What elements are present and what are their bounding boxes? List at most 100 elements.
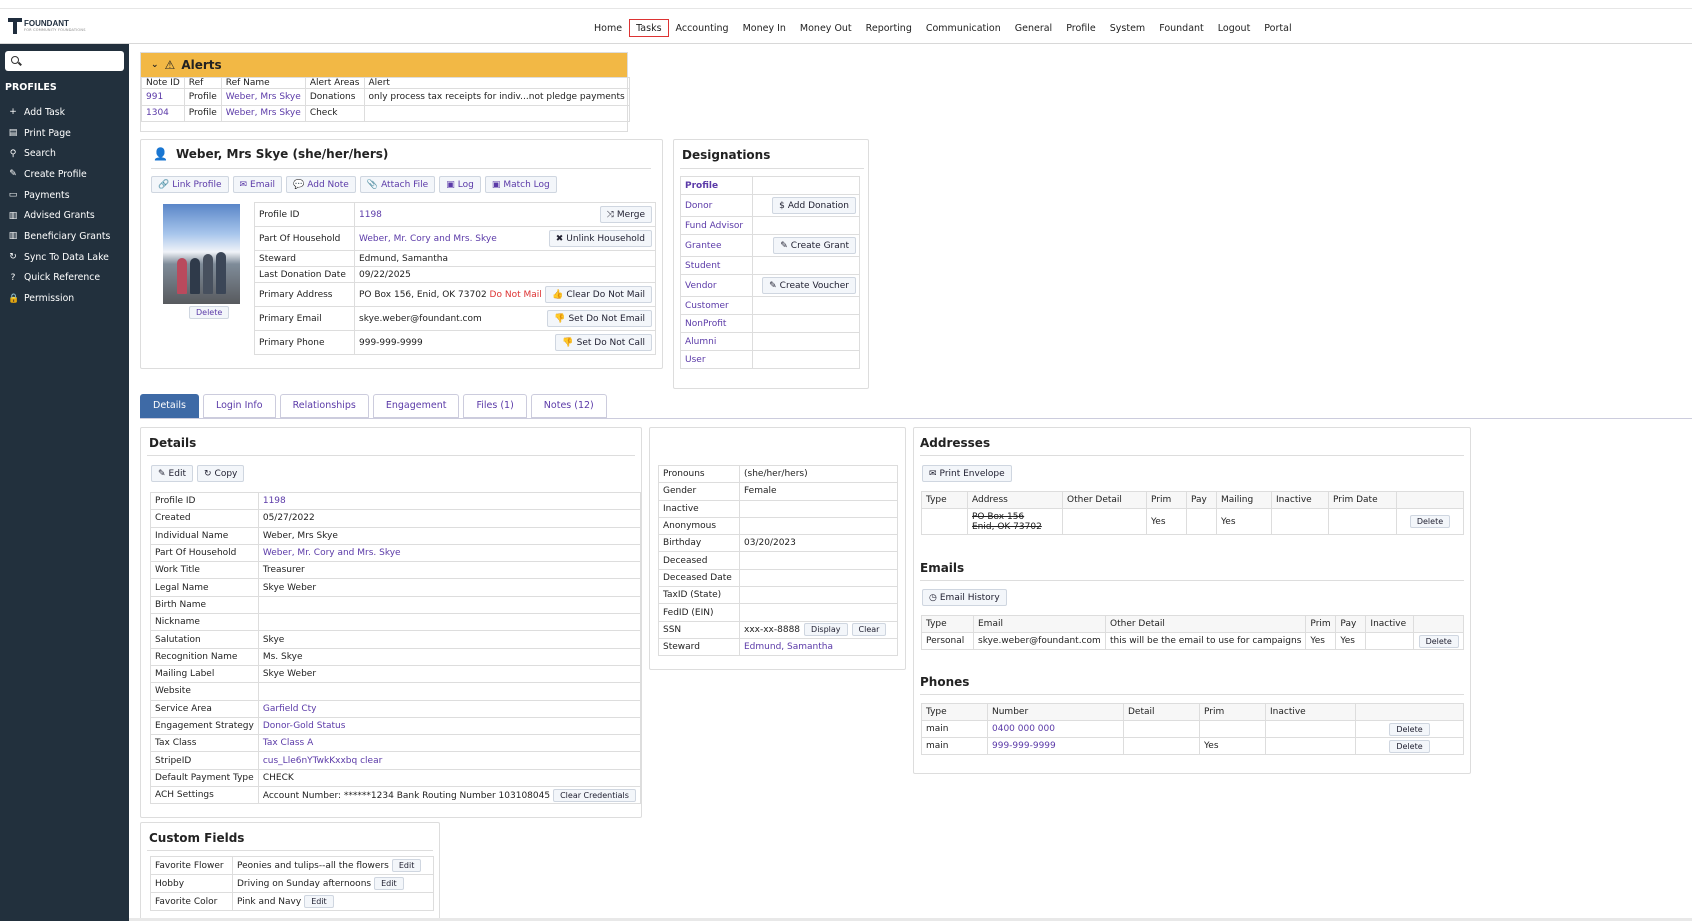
alerts-header[interactable]: ⌄ ⚠ Alerts — [141, 53, 627, 77]
nav-home[interactable]: Home — [587, 19, 629, 37]
sidebar-item-create-profile[interactable]: ✎ Create Profile — [0, 164, 129, 185]
field-value-text[interactable]: 1198 — [359, 210, 382, 220]
alerts-cell[interactable]: Weber, Mrs Skye — [220, 104, 306, 122]
delete-button[interactable]: Delete — [1409, 515, 1451, 528]
detail-value-text[interactable]: cus_Lle6nYTwkKxxbq clear — [263, 756, 382, 766]
detail-value[interactable]: 1198 — [257, 491, 641, 511]
chevron-down-icon[interactable]: ⌄ — [151, 60, 159, 70]
phones-cell[interactable]: 999-999-9999 — [987, 737, 1124, 755]
detail-value[interactable]: Donor-Gold Status — [257, 716, 641, 736]
ssn-display-button[interactable]: Display — [804, 623, 848, 637]
create-voucher-button[interactable]: ✎ Create Voucher — [762, 277, 856, 294]
nav-logout[interactable]: Logout — [1211, 19, 1258, 37]
add-donation-button[interactable]: $ Add Donation — [772, 197, 856, 214]
custom-field-value: Peonies and tulips--all the flowers Edit — [232, 856, 434, 875]
sidebar-item-sync-to-data-lake[interactable]: ↻ Sync To Data Lake — [0, 247, 129, 268]
designation-alumni[interactable]: Alumni — [680, 332, 753, 351]
detail-value-text[interactable]: Garfield Cty — [263, 704, 317, 714]
unlink-household-button[interactable]: ✖ Unlink Household — [548, 230, 652, 247]
detail-value[interactable]: Tax Class A — [257, 734, 641, 753]
field-value-text[interactable]: Weber, Mr. Cory and Mrs. Skye — [359, 234, 497, 244]
sidebar-item-search[interactable]: ⚲ Search — [0, 143, 129, 164]
match-log-button[interactable]: ▣ Match Log — [484, 176, 557, 193]
sidebar-item-permission[interactable]: 🔒 Permission — [0, 288, 129, 309]
photo-delete-button[interactable]: Delete — [189, 306, 230, 319]
sidebar-item-beneficiary-grants[interactable]: ▥ Beneficiary Grants — [0, 226, 129, 247]
designation-fund-advisor[interactable]: Fund Advisor — [680, 216, 753, 235]
detail-value-text[interactable]: 1198 — [263, 496, 286, 506]
log-button[interactable]: ▣ Log — [439, 176, 481, 193]
delete-button[interactable]: Delete — [1418, 634, 1459, 648]
delete-button[interactable]: Delete — [1389, 722, 1430, 736]
nav-accounting[interactable]: Accounting — [669, 19, 736, 37]
sidebar-search-input[interactable] — [5, 51, 124, 71]
custom-field-edit-button[interactable]: Edit — [391, 859, 422, 872]
custom-field-edit-button[interactable]: Edit — [304, 895, 334, 908]
alerts-cell[interactable]: 991 — [141, 88, 185, 106]
detail-value-text[interactable]: Donor-Gold Status — [263, 721, 346, 731]
designation-profile[interactable]: Profile — [680, 176, 753, 195]
add-note-button[interactable]: 💬 Add Note — [286, 176, 356, 193]
field-value[interactable]: Weber, Mr. Cory and Mrs. Skye ✖ Unlink Hou… — [354, 226, 656, 251]
tab-engagement[interactable]: Engagement — [372, 394, 460, 418]
sidebar-item-advised-grants[interactable]: ▥ Advised Grants — [0, 205, 129, 226]
nav-portal[interactable]: Portal — [1257, 19, 1298, 37]
nav-communication[interactable]: Communication — [919, 19, 1008, 37]
custom-field-edit-button[interactable]: Edit — [374, 877, 404, 890]
set-do-not-email-button[interactable]: 👎 Set Do Not Email — [547, 310, 652, 327]
sidebar-item-quick-reference[interactable]: ? Quick Reference — [0, 268, 129, 289]
detail-value[interactable]: Weber, Mr. Cory and Mrs. Skye — [257, 543, 641, 563]
email-history-button[interactable]: ◷ Email History — [922, 589, 1007, 606]
designation-grantee[interactable]: Grantee — [680, 234, 753, 257]
tab-details[interactable]: Details — [140, 394, 199, 418]
nav-money-in[interactable]: Money In — [736, 19, 793, 37]
detail-value[interactable]: cus_Lle6nYTwkKxxbq clear — [257, 751, 641, 770]
tab-notes-12[interactable]: Notes (12) — [530, 394, 607, 418]
set-do-not-call-button[interactable]: 👎 Set Do Not Call — [555, 334, 652, 351]
nav-system[interactable]: System — [1103, 19, 1152, 37]
alerts-column-header: Note ID — [141, 77, 185, 89]
nav-money-out[interactable]: Money Out — [793, 19, 859, 37]
clear-do-not-mail-button[interactable]: 👍 Clear Do Not Mail — [545, 286, 652, 303]
sidebar-item-add-task[interactable]: + Add Task — [0, 102, 129, 123]
print-envelope-button[interactable]: ✉ Print Envelope — [922, 465, 1012, 482]
sidebar-item-print-page[interactable]: ▤ Print Page — [0, 123, 129, 144]
designation-student[interactable]: Student — [680, 256, 753, 275]
personal-value-text[interactable]: Edmund, Samantha — [744, 642, 833, 652]
foundant-logo[interactable]: FOUNDANT FOR COMMUNITY FOUNDATIONS — [8, 18, 86, 34]
merge-button[interactable]: ⤨ Merge — [599, 206, 652, 223]
ssn-clear-button[interactable]: Clear — [851, 623, 887, 637]
phones-cell[interactable]: 0400 000 000 — [987, 720, 1124, 738]
nav-reporting[interactable]: Reporting — [859, 19, 919, 37]
tab-files-1[interactable]: Files (1) — [463, 394, 527, 418]
alerts-cell[interactable]: Weber, Mrs Skye — [220, 88, 306, 106]
detail-value-text[interactable]: Weber, Mr. Cory and Mrs. Skye — [263, 548, 401, 558]
delete-button[interactable]: Delete — [1389, 739, 1430, 753]
detail-value[interactable]: Garfield Cty — [257, 699, 641, 718]
tab-login-info[interactable]: Login Info — [202, 394, 276, 418]
designation-user[interactable]: User — [680, 350, 753, 369]
profile-photo[interactable] — [163, 204, 240, 304]
sidebar-item-payments[interactable]: ▭ Payments — [0, 185, 129, 206]
designation-donor[interactable]: Donor — [680, 194, 753, 217]
nav-general[interactable]: General — [1008, 19, 1059, 37]
attach-file-button[interactable]: 📎 Attach File — [359, 176, 436, 193]
email-button[interactable]: ✉ Email — [232, 176, 283, 193]
edit-button[interactable]: ✎ Edit — [151, 465, 193, 482]
tab-relationships[interactable]: Relationships — [279, 394, 369, 418]
detail-value-text[interactable]: Tax Class A — [263, 738, 313, 748]
nav-tasks[interactable]: Tasks — [629, 19, 669, 37]
create-grant-button[interactable]: ✎ Create Grant — [773, 237, 856, 254]
personal-value[interactable]: Edmund, Samantha — [739, 637, 898, 657]
designation-vendor[interactable]: Vendor — [680, 274, 753, 297]
field-value[interactable]: 1198 ⤨ Merge — [354, 202, 656, 227]
clear-credentials-button[interactable]: Clear Credentials — [553, 788, 636, 802]
nav-profile[interactable]: Profile — [1059, 19, 1103, 37]
designation-nonprofit[interactable]: NonProfit — [680, 314, 753, 333]
designation-customer[interactable]: Customer — [680, 296, 753, 315]
copy-button[interactable]: ↻ Copy — [196, 465, 245, 482]
link-profile-button[interactable]: 🔗 Link Profile — [151, 176, 229, 193]
nav-foundant[interactable]: Foundant — [1152, 19, 1211, 37]
sidebar-icon: ▥ — [8, 210, 18, 221]
alerts-cell[interactable]: 1304 — [141, 104, 185, 122]
